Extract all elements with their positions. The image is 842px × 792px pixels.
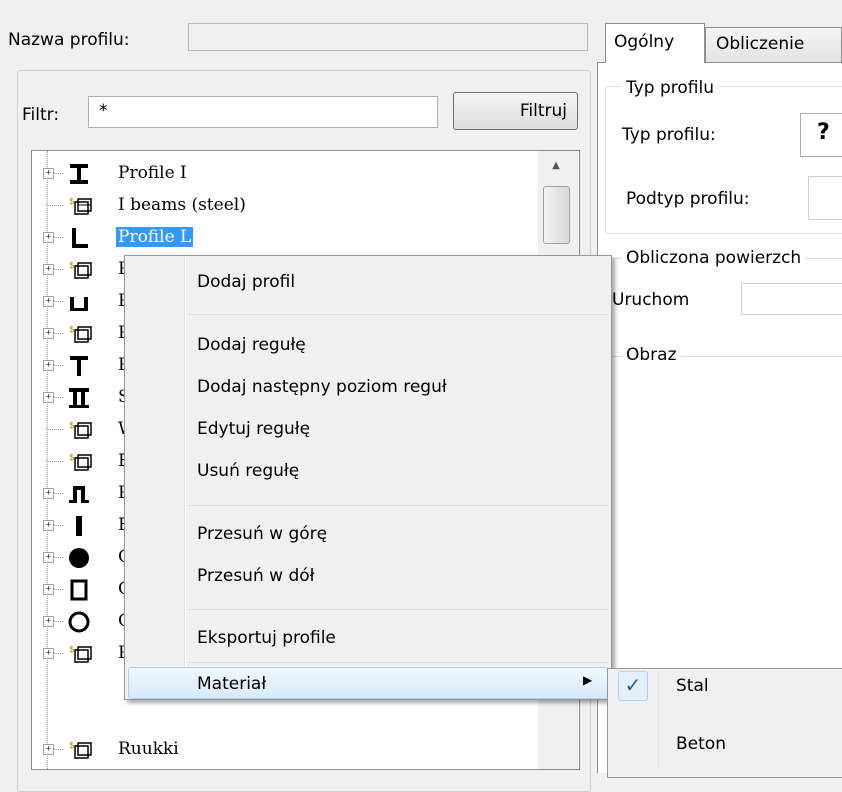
menu-separator: [188, 505, 608, 506]
menu-item-edit-rule[interactable]: Edytuj regułę: [197, 419, 310, 439]
submenu-item-steel[interactable]: Stal: [676, 676, 709, 696]
tab-calculation[interactable]: Obliczenie: [705, 27, 842, 63]
svg-text:$: $: [69, 741, 75, 751]
scroll-thumb[interactable]: [543, 186, 570, 244]
i-beam-icon: [70, 164, 88, 184]
u-profile-icon: [70, 297, 88, 311]
profile-type-label: Typ profilu:: [622, 125, 716, 145]
run-label: Uruchom: [612, 290, 690, 310]
profile-name-input[interactable]: [188, 23, 588, 51]
menu-item-add-rule[interactable]: Dodaj regułę: [197, 335, 306, 355]
svg-text:$: $: [69, 421, 75, 431]
rule-set-icon: $: [69, 197, 92, 215]
round-bar-icon: [69, 548, 89, 568]
tree-item-label: Profile I: [118, 163, 187, 183]
rule-set-icon: $: [69, 261, 92, 279]
tree-item-i-beams-steel[interactable]: $ I beams (steel): [32, 191, 542, 223]
profile-subtype-label: Podtyp profilu:: [626, 189, 750, 209]
profile-type-group-title: Typ profilu: [622, 78, 719, 98]
tree-item-label: Ruukki: [118, 739, 179, 759]
submenu-arrow-icon: ▶: [583, 673, 593, 687]
tree-item-profile-i[interactable]: + Profile I: [32, 159, 542, 191]
rule-set-icon: $: [69, 741, 92, 759]
menu-item-export-profiles[interactable]: Eksportuj profile: [197, 628, 336, 648]
context-menu-gutter: [184, 256, 186, 699]
filter-label: Filtr:: [22, 105, 60, 125]
t-profile-icon: [70, 356, 88, 376]
tree-item-profile-l[interactable]: + Profile L: [32, 223, 542, 255]
tree-item-ruukki[interactable]: + $ Ruukki: [32, 735, 542, 767]
filter-input[interactable]: *: [88, 96, 438, 128]
menu-item-delete-rule[interactable]: Usuń regułę: [197, 461, 299, 481]
checkmark-icon: ✓: [618, 671, 648, 701]
svg-text:$: $: [69, 645, 75, 655]
omega-profile-icon: [69, 486, 89, 503]
rect-tube-icon: [70, 579, 88, 601]
submenu-gutter: [658, 669, 660, 769]
menu-separator: [188, 609, 608, 610]
menu-item-add-profile[interactable]: Dodaj profil: [197, 272, 295, 292]
menu-item-material[interactable]: Materiał: [197, 674, 266, 694]
flat-bar-icon: [76, 516, 82, 536]
tab-general[interactable]: Ogólny: [605, 23, 705, 63]
menu-item-add-next-rule-level[interactable]: Dodaj następny poziom reguł: [197, 377, 447, 397]
profile-type-button[interactable]: ?: [800, 113, 842, 157]
menu-item-move-down[interactable]: Przesuń w dół: [197, 566, 314, 586]
image-group: [605, 356, 842, 657]
submenu-item-concrete[interactable]: Beton: [676, 734, 726, 754]
rule-set-icon: $: [69, 325, 92, 343]
rule-set-icon: $: [69, 421, 92, 439]
tree-item-label: I beams (steel): [118, 195, 246, 215]
double-t-profile-icon: [69, 388, 89, 408]
image-group-title: Obraz: [622, 345, 681, 365]
svg-text:$: $: [69, 261, 75, 271]
rule-set-icon: $: [69, 453, 92, 471]
circular-tube-icon: [68, 611, 90, 633]
calculated-area-title: Obliczona powierzch: [622, 248, 806, 268]
filter-button[interactable]: Filtruj: [453, 92, 578, 130]
svg-text:$: $: [69, 197, 75, 207]
svg-text:$: $: [69, 453, 75, 463]
l-profile-icon: [72, 228, 88, 248]
svg-text:$: $: [69, 325, 75, 335]
scroll-up-arrow-icon[interactable]: ▲: [543, 160, 569, 180]
run-field[interactable]: [741, 283, 842, 315]
menu-item-move-up[interactable]: Przesuń w górę: [197, 524, 327, 544]
tree-item-label: Profile L: [116, 227, 194, 247]
menu-separator: [188, 314, 608, 315]
profile-subtype-field[interactable]: [808, 176, 842, 220]
profile-name-label: Nazwa profilu:: [8, 30, 130, 50]
menu-separator: [188, 662, 608, 663]
profile-type-group: [605, 86, 842, 234]
rule-set-icon: $: [69, 645, 92, 663]
